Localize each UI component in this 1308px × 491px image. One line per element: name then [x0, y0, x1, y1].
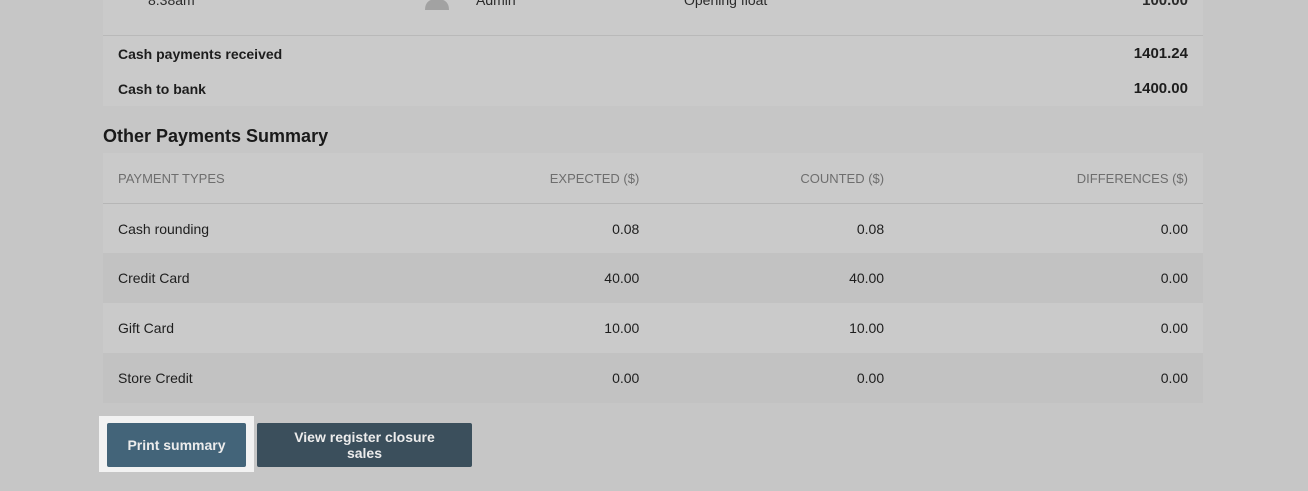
table-row: Cash rounding 0.08 0.08 0.00 — [103, 203, 1203, 253]
cash-to-bank-row: Cash to bank 1400.00 — [103, 71, 1203, 106]
counted-amount: 0.00 — [654, 353, 900, 403]
cash-to-bank-value: 1400.00 — [1133, 80, 1188, 97]
other-payments-title: Other Payments Summary — [103, 126, 329, 146]
counted-amount: 10.00 — [654, 303, 900, 353]
difference-amount: 0.00 — [899, 353, 1203, 403]
expected-amount: 0.00 — [397, 353, 655, 403]
table-row: Credit Card 40.00 40.00 0.00 — [103, 253, 1203, 303]
payment-type: Store Credit — [103, 353, 398, 403]
column-header-expected: EXPECTED ($) — [397, 153, 655, 204]
cash-received-row: Cash payments received 1401.24 — [103, 36, 1203, 71]
transaction-amount: 100.00 — [1142, 0, 1188, 9]
view-register-closure-sales-button[interactable]: View register closure sales — [257, 423, 472, 467]
previous-transaction-row: 8:38am Admin Opening float 100.00 — [103, 0, 1203, 14]
expected-amount: 0.08 — [397, 203, 655, 253]
table-row: Store Credit 0.00 0.00 0.00 — [103, 353, 1203, 403]
transaction-user: Admin — [476, 0, 516, 8]
user-avatar-icon — [425, 0, 449, 10]
column-header-counted: COUNTED ($) — [654, 153, 900, 204]
difference-amount: 0.00 — [899, 253, 1203, 303]
register-closure-content: 8:38am Admin Opening float 100.00 Cash p… — [103, 0, 1203, 403]
print-summary-button[interactable]: Print summary — [107, 423, 246, 467]
expected-amount: 10.00 — [397, 303, 655, 353]
counted-amount: 0.08 — [654, 203, 900, 253]
cash-received-label: Cash payments received — [118, 45, 283, 62]
payment-type: Gift Card — [103, 303, 398, 353]
other-payments-table: PAYMENT TYPES EXPECTED ($) COUNTED ($) D… — [103, 153, 1203, 403]
cash-received-value: 1401.24 — [1133, 45, 1188, 62]
payment-type: Credit Card — [103, 253, 398, 303]
expected-amount: 40.00 — [397, 253, 655, 303]
transaction-note: Opening float — [684, 0, 768, 8]
column-header-differences: DIFFERENCES ($) — [899, 153, 1203, 204]
table-header-row: PAYMENT TYPES EXPECTED ($) COUNTED ($) D… — [103, 153, 1203, 204]
difference-amount: 0.00 — [899, 203, 1203, 253]
payment-type: Cash rounding — [103, 203, 398, 253]
transaction-time: 8:38am — [148, 0, 195, 8]
difference-amount: 0.00 — [899, 303, 1203, 353]
cash-summary-panel: 8:38am Admin Opening float 100.00 Cash p… — [103, 0, 1203, 106]
counted-amount: 40.00 — [654, 253, 900, 303]
table-row: Gift Card 10.00 10.00 0.00 — [103, 303, 1203, 353]
cash-to-bank-label: Cash to bank — [118, 80, 206, 97]
column-header-payment-types: PAYMENT TYPES — [103, 153, 398, 204]
